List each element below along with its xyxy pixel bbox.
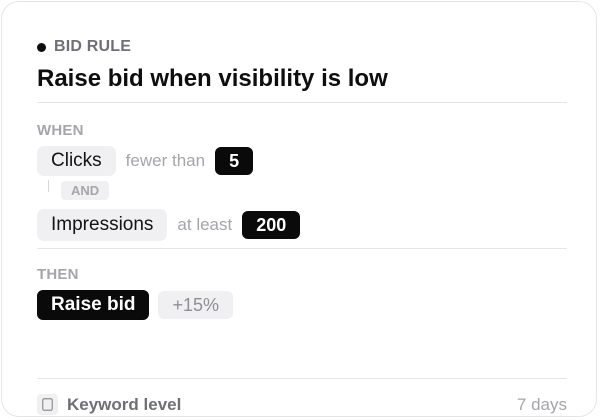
amount-chip[interactable]: +15% bbox=[158, 291, 234, 319]
connector-line bbox=[48, 180, 49, 192]
status-dot-icon bbox=[37, 42, 46, 52]
window-label: 7 days bbox=[516, 394, 567, 414]
level-group: Keyword level bbox=[37, 394, 181, 415]
condition-operator[interactable]: at least bbox=[177, 215, 232, 235]
rule-eyebrow: BID RULE bbox=[37, 38, 131, 56]
action-row: Raise bid +15% bbox=[37, 290, 234, 320]
card-content: BID RULE Raise bid when visibility is lo… bbox=[37, 2, 567, 416]
condition-value-chip[interactable]: 200 bbox=[242, 211, 301, 239]
rule-title: Raise bid when visibility is low bbox=[37, 65, 388, 92]
rule-footer: Keyword level 7 days bbox=[37, 394, 567, 415]
when-label: WHEN bbox=[37, 122, 84, 139]
then-label: THEN bbox=[37, 266, 79, 283]
divider bbox=[37, 378, 567, 379]
divider bbox=[37, 102, 567, 103]
condition-row: Impressions at least 200 bbox=[37, 209, 301, 241]
condition-metric-chip[interactable]: Clicks bbox=[37, 146, 116, 176]
action-chip[interactable]: Raise bid bbox=[37, 290, 150, 320]
square-icon bbox=[37, 394, 58, 415]
level-label: Keyword level bbox=[67, 394, 182, 414]
condition-row: Clicks fewer than 5 bbox=[37, 146, 254, 176]
condition-metric-chip[interactable]: Impressions bbox=[37, 209, 168, 241]
condition-operator[interactable]: fewer than bbox=[126, 151, 205, 171]
and-joiner-chip[interactable]: AND bbox=[61, 181, 110, 200]
eyebrow-label: BID RULE bbox=[54, 38, 132, 55]
divider bbox=[37, 248, 567, 249]
bid-rule-card: BID RULE Raise bid when visibility is lo… bbox=[1, 1, 597, 417]
condition-value-chip[interactable]: 5 bbox=[215, 147, 254, 175]
